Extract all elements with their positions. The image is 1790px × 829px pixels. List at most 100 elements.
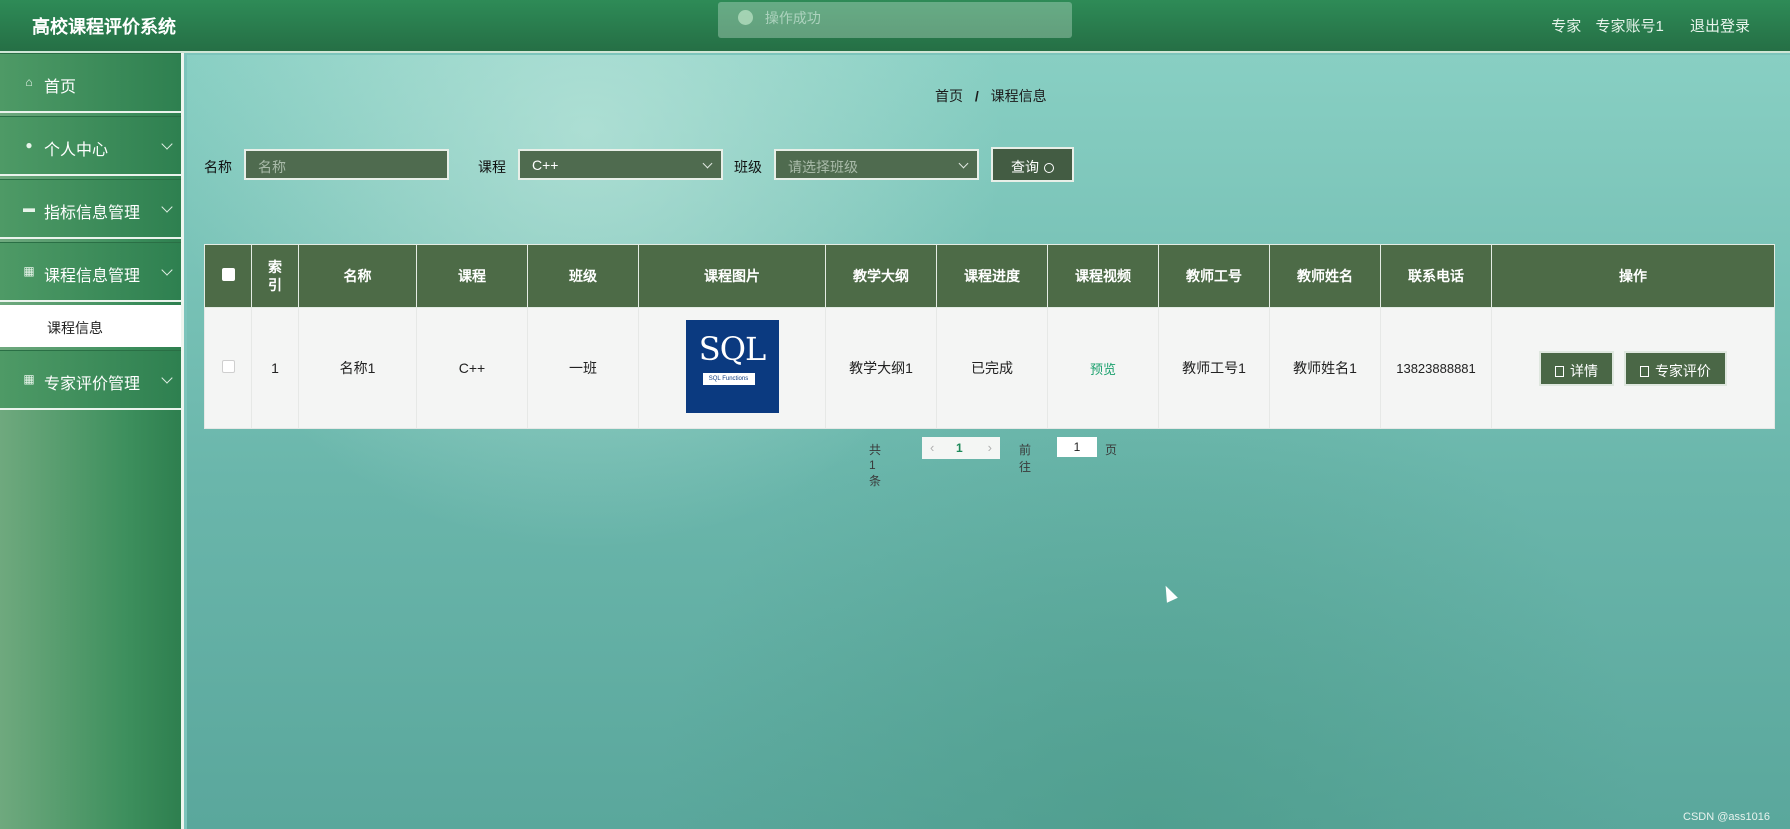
class-label: 班级 [734,159,762,175]
column-header: 班级 [527,244,639,308]
app-title: 高校课程评价系统 [32,17,176,38]
cell-video: 预览 [1047,307,1159,429]
chevron-down-icon [161,372,173,384]
search-form: 名称 名称 课程 C++ 班级 请选择班级 查询 [204,147,1204,182]
main-content: 首页 / 课程信息 名称 名称 课程 C++ 班级 请选择班级 查询 索引 名称… [187,55,1790,829]
course-image-subtitle: SQL Functions [702,373,755,385]
select-all-cell [204,244,252,308]
expert-evaluate-button[interactable]: 专家评价 [1623,350,1727,386]
name-label: 名称 [204,159,232,175]
page-unit-label: 页 [1105,443,1118,457]
column-header: 操作 [1491,244,1775,308]
user-icon: ● [25,138,33,152]
cell-teacher-id: 教师工号1 [1158,307,1270,429]
cell-teacher-name: 教师姓名1 [1269,307,1381,429]
course-image: SQL SQL Functions [685,320,779,413]
sidebar-item-personal-center[interactable]: ● 个人中心 [0,116,181,176]
chat-icon: ▬ [23,201,35,215]
sidebar-item-course-management[interactable]: ▦ 课程信息管理 [0,242,181,302]
success-toast: 操作成功 [718,2,1072,38]
detail-button-label: 详情 [1570,362,1599,379]
breadcrumb-current: 课程信息 [990,88,1047,104]
chevron-right-icon[interactable]: › [988,440,992,455]
course-image-title: SQL [698,330,766,368]
evaluate-button-label: 专家评价 [1654,362,1711,379]
column-header: 名称 [298,244,417,308]
sidebar-item-home[interactable]: ⌂ 首页 [0,53,181,113]
chevron-down-icon [161,138,173,150]
total-prefix: 共 [869,443,882,457]
column-header: 教学大纲 [825,244,937,308]
sidebar-item-label: 课程信息管理 [44,268,141,285]
goto-label: 前往 [1019,443,1032,474]
column-header: 课程进度 [936,244,1048,308]
cell-course: C++ [416,307,528,429]
check-circle-icon [738,10,753,25]
breadcrumb-home[interactable]: 首页 [935,88,963,104]
row-select-cell [204,307,252,429]
sidebar-item-label: 专家评价管理 [44,376,141,393]
user-role: 专家 [1551,18,1582,35]
query-button[interactable]: 查询 [991,147,1074,182]
document-icon [1555,365,1565,377]
chevron-left-icon[interactable]: ‹ [930,440,934,455]
sidebar-subitem-course-info[interactable]: 课程信息 [0,305,181,347]
query-button-label: 查询 [1011,159,1039,175]
table-row: 1 名称1 C++ 一班 SQL SQL Functions 教学大纲1 已完成… [204,307,1775,429]
page-number[interactable]: 1 [956,441,963,455]
cell-index: 1 [251,307,299,429]
sidebar-item-label: 首页 [44,79,77,96]
logout-link[interactable]: 退出登录 [1690,18,1750,35]
column-header: 教师工号 [1158,244,1270,308]
sidebar: ⌂ 首页 ● 个人中心 ▬ 指标信息管理 ▦ 课程信息管理 课程信息 ▦ 专家评… [0,53,184,829]
table-header-row: 索引 名称 课程 班级 课程图片 教学大纲 课程进度 课程视频 教师工号 教师姓… [204,244,1775,308]
name-input[interactable]: 名称 [244,149,449,180]
column-header: 联系电话 [1380,244,1492,308]
detail-button[interactable]: 详情 [1539,350,1615,386]
row-checkbox[interactable] [221,360,235,373]
video-preview-link[interactable]: 预览 [1090,362,1116,377]
column-header: 课程视频 [1047,244,1159,308]
pager: ‹ 1 › [922,437,1000,459]
class-select-placeholder: 请选择班级 [788,159,858,175]
mouse-cursor-icon [1160,583,1178,603]
sidebar-item-indicator-management[interactable]: ▬ 指标信息管理 [0,179,181,239]
course-label: 课程 [478,159,506,175]
document-icon [1639,365,1649,377]
cell-progress: 已完成 [936,307,1048,429]
cell-course-image: SQL SQL Functions [638,307,826,429]
goto-page-input[interactable]: 1 [1057,437,1097,457]
total-suffix: 条 [869,474,882,488]
user-account: 专家账号1 [1595,18,1664,35]
chevron-down-icon [958,158,969,169]
cell-syllabus: 教学大纲1 [825,307,937,429]
breadcrumb: 首页 / 课程信息 [935,86,1047,106]
grid-icon: ▦ [23,372,35,386]
chevron-down-icon [702,158,713,169]
column-header: 课程 [416,244,528,308]
select-all-checkbox[interactable] [221,268,235,281]
grid-icon: ▦ [23,264,35,278]
column-header: 课程图片 [638,244,826,308]
course-select[interactable]: C++ [518,149,723,180]
chevron-down-icon [161,201,173,213]
column-header: 索引 [251,244,299,308]
total-count: 1 [869,458,876,472]
course-select-value: C++ [532,157,559,173]
toast-message: 操作成功 [764,10,821,26]
sidebar-item-expert-evaluation[interactable]: ▦ 专家评价管理 [0,350,181,410]
cell-phone: 13823888881 [1380,307,1492,429]
course-table: 索引 名称 课程 班级 课程图片 教学大纲 课程进度 课程视频 教师工号 教师姓… [204,244,1775,429]
column-header: 教师姓名 [1269,244,1381,308]
watermark: CSDN @ass1016 [1683,811,1770,823]
sidebar-item-label: 指标信息管理 [44,205,141,222]
class-select[interactable]: 请选择班级 [774,149,979,180]
user-area: 专家 专家账号1 退出登录 [1541,15,1750,36]
cell-name: 名称1 [298,307,417,429]
search-icon [1044,163,1054,173]
sidebar-item-label: 个人中心 [44,142,109,159]
breadcrumb-separator: / [974,88,979,104]
home-icon: ⌂ [25,75,33,89]
cell-class: 一班 [527,307,639,429]
cell-actions: 详情 专家评价 [1491,307,1775,429]
